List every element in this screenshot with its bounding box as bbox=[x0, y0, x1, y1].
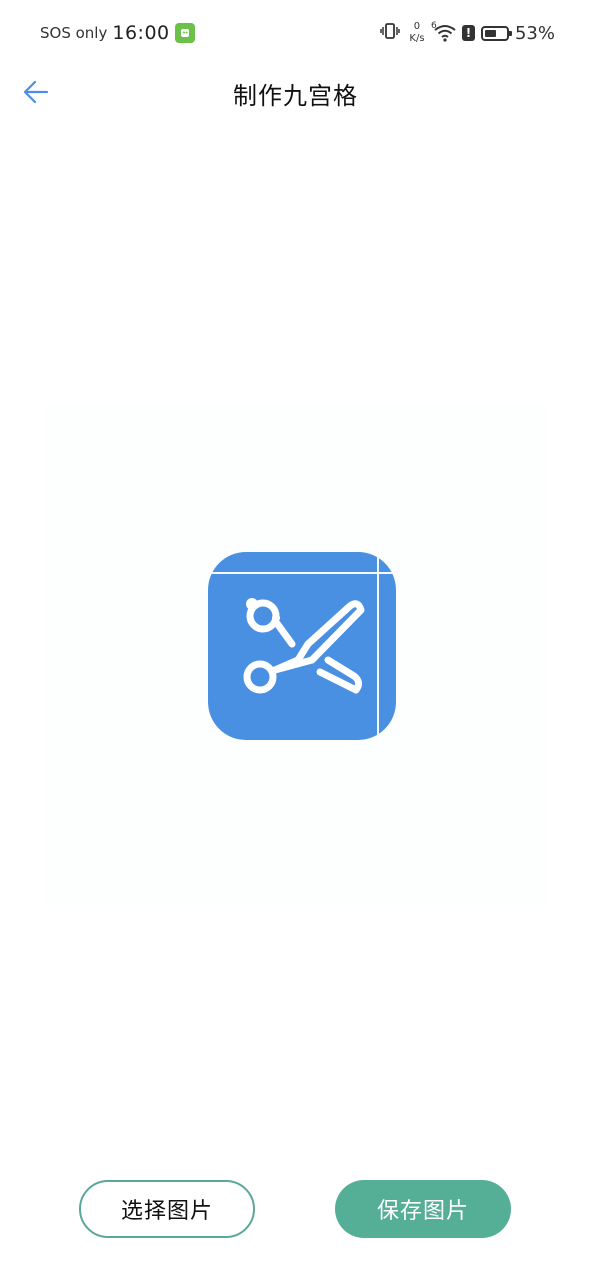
clock: 16:00 bbox=[112, 22, 170, 44]
wifi-icon: 6 bbox=[430, 21, 456, 42]
select-image-button[interactable]: 选择图片 bbox=[79, 1180, 255, 1238]
app-header: 制作九宫格 bbox=[0, 66, 591, 120]
notification-app-icon bbox=[174, 23, 195, 43]
battery-icon bbox=[480, 25, 512, 41]
preview-image bbox=[208, 552, 396, 740]
grid-line-vertical bbox=[377, 552, 379, 740]
vibrate-icon bbox=[380, 21, 400, 45]
status-left: SOS only 16:00 bbox=[40, 20, 195, 46]
status-right: 0 K/s 6 ! 53% bbox=[380, 18, 555, 48]
net-speed-unit: K/s bbox=[409, 33, 425, 44]
battery-fill bbox=[484, 29, 496, 37]
status-bar: SOS only 16:00 0 K/s 6 ! 53% bbox=[0, 0, 591, 66]
net-speed: 0 K/s bbox=[406, 21, 428, 45]
alert-icon: ! bbox=[461, 25, 475, 41]
page-title: 制作九宫格 bbox=[233, 82, 358, 110]
carrier-label: SOS only bbox=[40, 24, 108, 42]
grid-line-horizontal bbox=[208, 572, 396, 574]
battery-percent: 53% bbox=[514, 22, 555, 44]
net-speed-value: 0 bbox=[413, 21, 421, 32]
save-image-button[interactable]: 保存图片 bbox=[335, 1180, 511, 1238]
wifi-generation-label: 6 bbox=[430, 21, 437, 31]
